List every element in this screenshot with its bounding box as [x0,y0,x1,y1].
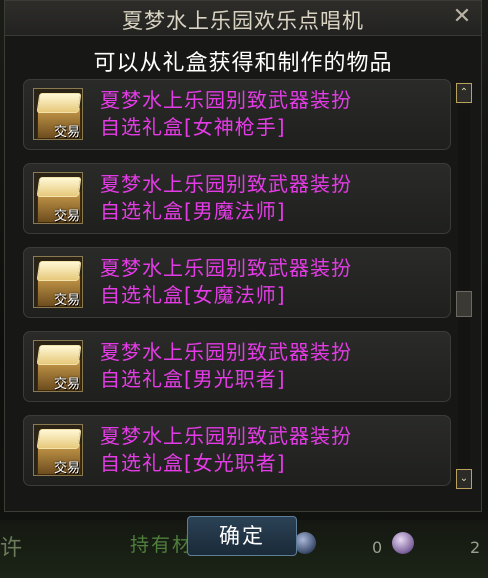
list-item[interactable]: 交易 夏梦水上乐园别致武器装扮 自选礼盒[女神枪手] [23,79,451,150]
trade-badge: 交易 [54,293,81,308]
material-orb-icon [294,532,316,554]
title-bar: 夏梦水上乐园欢乐点唱机 ✕ [5,1,481,36]
item-list: 交易 夏梦水上乐园别致武器装扮 自选礼盒[女神枪手] 交易 夏梦水上乐园别致武器装… [23,79,451,499]
list-item[interactable]: 交易 夏梦水上乐园别致武器装扮 自选礼盒[女光职者] [23,415,451,486]
trade-badge: 交易 [54,209,81,224]
list-item[interactable]: 交易 夏梦水上乐园别致武器装扮 自选礼盒[男魔法师] [23,163,451,234]
scroll-down-icon[interactable]: ⌄ [456,469,472,489]
trade-badge: 交易 [54,461,81,476]
item-name: 夏梦水上乐园别致武器装扮 自选礼盒[女光职者] [100,424,352,475]
item-name: 夏梦水上乐园别致武器装扮 自选礼盒[女神枪手] [100,88,352,139]
dialog-subtitle: 可以从礼盒获得和制作的物品 [93,51,393,76]
scrollbar[interactable]: ⌃ ⌄ [456,83,472,493]
trade-badge: 交易 [54,377,81,392]
gift-box-icon: 交易 [33,340,83,392]
item-name: 夏梦水上乐园别致武器装扮 自选礼盒[女魔法师] [100,256,352,307]
confirm-button[interactable]: 确定 [187,516,297,556]
scroll-thumb[interactable] [456,290,472,317]
background-count-1: 0 [372,538,383,557]
list-item[interactable]: 交易 夏梦水上乐园别致武器装扮 自选礼盒[女魔法师] [23,247,451,318]
list-item[interactable]: 交易 夏梦水上乐园别致武器装扮 自选礼盒[男光职者] [23,331,451,402]
jukebox-dialog: 夏梦水上乐园欢乐点唱机 ✕ 可以从礼盒获得和制作的物品 交易 夏梦水上乐园别致武… [4,0,482,512]
background-count-2: 2 [470,538,481,557]
scroll-up-icon[interactable]: ⌃ [456,83,472,103]
background-left-text: 许 [0,536,23,561]
gift-box-icon: 交易 [33,424,83,476]
dialog-title: 夏梦水上乐园欢乐点唱机 [122,9,364,33]
scroll-track[interactable] [458,105,470,471]
gift-box-icon: 交易 [33,172,83,224]
trade-badge: 交易 [54,125,81,140]
gift-box-icon: 交易 [33,88,83,140]
close-icon[interactable]: ✕ [451,6,473,28]
gift-box-icon: 交易 [33,256,83,308]
material-orb-icon-2 [392,532,414,554]
background-material-label: 持有材 [130,534,194,556]
item-name: 夏梦水上乐园别致武器装扮 自选礼盒[男光职者] [100,340,352,391]
item-name: 夏梦水上乐园别致武器装扮 自选礼盒[男魔法师] [100,172,352,223]
